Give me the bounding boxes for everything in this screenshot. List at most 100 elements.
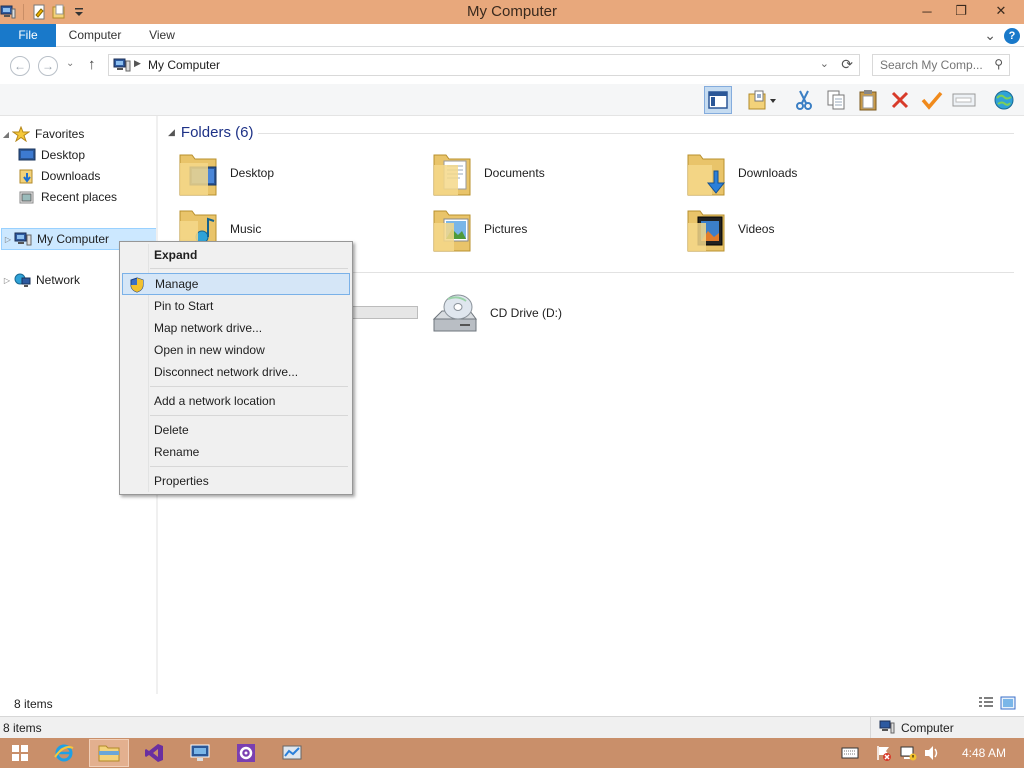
computer-icon xyxy=(14,231,32,247)
large-icons-view-icon[interactable] xyxy=(1000,696,1016,713)
refresh-button[interactable]: ⟳ xyxy=(841,56,853,73)
tab-computer[interactable]: Computer xyxy=(60,24,130,47)
help-icon[interactable]: ? xyxy=(1004,27,1020,44)
search-box[interactable]: ⚲ xyxy=(872,54,1010,76)
menu-item-open-in-new-window[interactable]: Open in new window xyxy=(122,339,350,361)
network-status-icon[interactable] xyxy=(896,738,920,768)
menu-item-add-network-location[interactable]: Add a network location xyxy=(122,390,350,412)
rename-button[interactable] xyxy=(950,86,978,114)
sidebar-item-label: Desktop xyxy=(41,148,86,162)
network-button[interactable] xyxy=(990,86,1018,114)
folder-label: Music xyxy=(230,222,262,236)
folder-downloads[interactable]: Downloads xyxy=(686,146,926,200)
expand-arrow-icon[interactable]: ▷ xyxy=(1,276,13,285)
location-indicator: Computer xyxy=(870,717,1024,739)
folder-desktop[interactable]: Desktop xyxy=(178,146,418,200)
address-row: ← → ⌄ ↑ ▶ My Computer ⌄ ⟳ ⚲ xyxy=(0,48,1024,84)
close-button[interactable]: ✕ xyxy=(978,0,1024,22)
breadcrumb-arrow-icon[interactable]: ▶ xyxy=(134,58,141,69)
location-label: Computer xyxy=(901,721,954,735)
computer-icon xyxy=(879,720,895,737)
breadcrumb[interactable]: My Computer xyxy=(148,58,220,72)
drive-usage-bar xyxy=(352,306,418,319)
sidebar-item-desktop[interactable]: Desktop xyxy=(18,145,85,165)
new-folder-icon xyxy=(748,90,776,110)
new-folder-button[interactable] xyxy=(742,86,782,114)
start-button[interactable] xyxy=(0,739,40,767)
menu-item-rename[interactable]: Rename xyxy=(122,441,350,463)
select-button[interactable] xyxy=(918,86,946,114)
item-count: 8 items xyxy=(14,697,53,711)
folder-documents[interactable]: Documents xyxy=(432,146,672,200)
menu-item-pin-to-start[interactable]: Pin to Start xyxy=(122,295,350,317)
collapse-arrow-icon[interactable]: ◢ xyxy=(0,130,12,139)
sidebar-item-label: Network xyxy=(36,273,81,287)
menu-item-delete[interactable]: Delete xyxy=(122,419,350,441)
address-bar[interactable]: ▶ My Computer ⌄ ⟳ xyxy=(108,54,860,76)
menu-separator xyxy=(150,415,348,416)
videos-folder-icon xyxy=(687,210,725,252)
downloads-folder-icon xyxy=(18,168,36,184)
pictures-folder-icon xyxy=(433,210,471,252)
forward-button[interactable]: → xyxy=(38,56,58,76)
taskbar-settings-app[interactable] xyxy=(226,739,266,767)
taskbar: 4:48 AM xyxy=(0,738,1024,768)
star-icon xyxy=(11,125,31,143)
taskbar-remote-desktop[interactable] xyxy=(180,739,220,767)
address-history-dropdown[interactable]: ⌄ xyxy=(820,57,829,70)
sidebar-item-downloads[interactable]: Downloads xyxy=(18,166,100,186)
volume-icon[interactable] xyxy=(920,738,944,768)
details-view-icon[interactable] xyxy=(978,696,994,713)
delete-icon xyxy=(891,91,909,109)
recent-locations-button[interactable]: ⌄ xyxy=(66,58,74,69)
command-toolbar xyxy=(0,84,1024,116)
taskbar-file-explorer[interactable] xyxy=(89,739,129,767)
tab-file[interactable]: File xyxy=(0,24,56,47)
taskbar-system-app[interactable] xyxy=(272,739,312,767)
tab-view[interactable]: View xyxy=(140,24,184,47)
recent-places-icon xyxy=(18,189,36,205)
back-button[interactable]: ← xyxy=(10,56,30,76)
cut-button[interactable] xyxy=(790,86,818,114)
search-icon[interactable]: ⚲ xyxy=(994,57,1003,71)
scissors-icon xyxy=(796,90,812,110)
preview-pane-button[interactable] xyxy=(704,86,732,114)
taskbar-visual-studio[interactable] xyxy=(134,739,174,767)
search-input[interactable] xyxy=(873,55,983,75)
checkmark-icon xyxy=(921,91,943,110)
copy-button[interactable] xyxy=(822,86,850,114)
window-controls: ─ ❐ ✕ xyxy=(910,0,1024,22)
desktop-icon xyxy=(18,147,36,163)
sidebar-item-network[interactable]: ▷ Network xyxy=(1,270,80,290)
folders-group-header[interactable]: ◢ Folders (6) xyxy=(168,124,253,141)
minimize-button[interactable]: ─ xyxy=(910,0,944,22)
menu-item-manage[interactable]: Manage xyxy=(122,273,350,295)
drive-cd-d[interactable]: CD Drive (D:) xyxy=(430,286,670,340)
delete-button[interactable] xyxy=(886,86,914,114)
sidebar-item-recent-places[interactable]: Recent places xyxy=(18,187,117,207)
expand-ribbon-icon[interactable]: ⌄ xyxy=(984,27,996,44)
folder-videos[interactable]: Videos xyxy=(686,202,926,256)
collapse-arrow-icon[interactable]: ◢ xyxy=(168,127,175,138)
expand-arrow-icon[interactable]: ▷ xyxy=(2,235,14,244)
sidebar-item-label: My Computer xyxy=(37,232,110,246)
taskbar-clock[interactable]: 4:48 AM xyxy=(962,746,1006,760)
folder-label: Videos xyxy=(738,222,775,236)
folder-label: Documents xyxy=(484,166,545,180)
menu-item-disconnect-network-drive[interactable]: Disconnect network drive... xyxy=(122,361,350,383)
paste-button[interactable] xyxy=(854,86,882,114)
menu-item-expand[interactable]: Expand xyxy=(122,244,350,266)
title-bar: My Computer ─ ❐ ✕ xyxy=(0,0,1024,24)
sidebar-item-favorites[interactable]: ◢ Favorites xyxy=(0,124,84,144)
menu-item-map-network-drive[interactable]: Map network drive... xyxy=(122,317,350,339)
menu-item-properties[interactable]: Properties xyxy=(122,470,350,492)
windows-logo-icon xyxy=(12,745,28,761)
up-button[interactable]: ↑ xyxy=(88,56,96,73)
rename-icon xyxy=(952,93,976,107)
maximize-button[interactable]: ❐ xyxy=(944,0,978,22)
action-center-flag-icon[interactable] xyxy=(872,738,896,768)
folder-pictures[interactable]: Pictures xyxy=(432,202,672,256)
taskbar-internet-explorer[interactable] xyxy=(44,739,84,767)
system-tray: 4:48 AM xyxy=(838,738,1024,768)
keyboard-icon[interactable] xyxy=(838,738,862,768)
